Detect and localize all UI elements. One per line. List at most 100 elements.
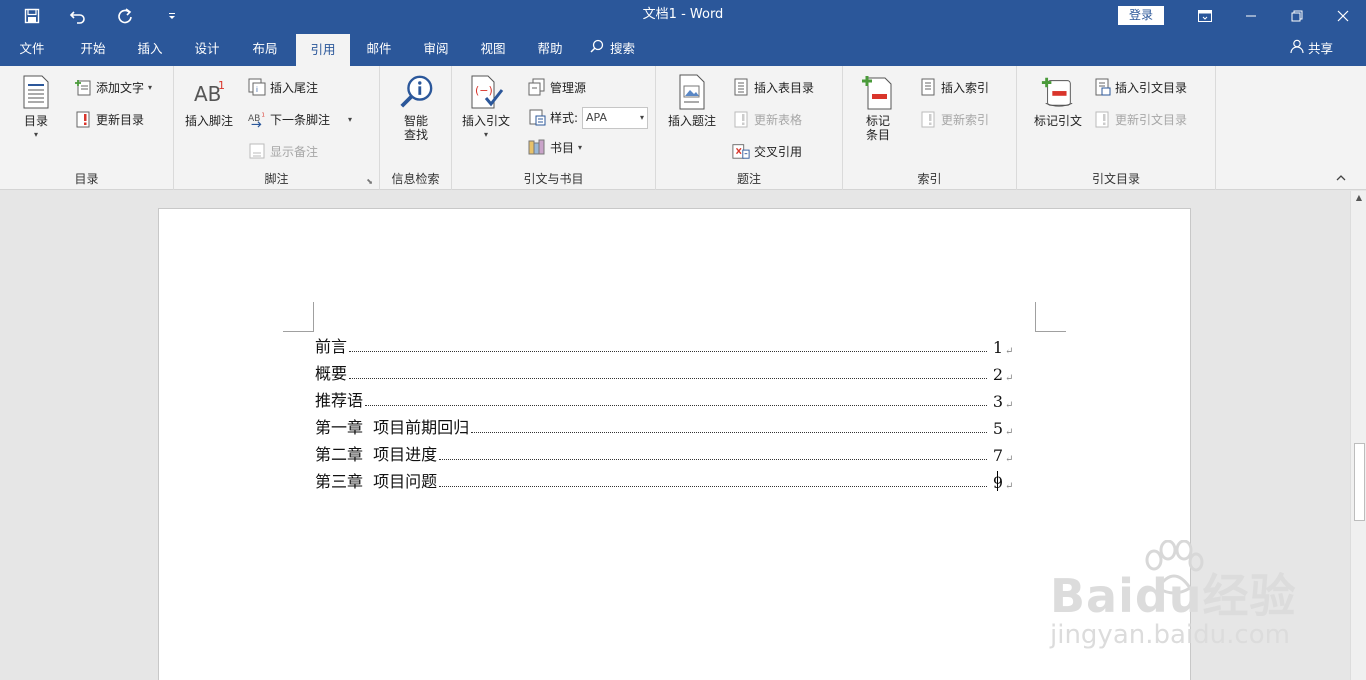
tab-mailings[interactable]: 邮件 — [352, 32, 406, 66]
toc-entry-text: 概要 — [315, 364, 348, 383]
insert-table-of-authorities-label: 插入引文目录 — [1115, 80, 1188, 95]
save-icon[interactable] — [18, 4, 46, 28]
cross-reference-button[interactable]: 交叉引用 — [732, 140, 802, 162]
ribbon-display-options-icon[interactable] — [1182, 0, 1228, 32]
mark-citation-label: 标记引文 — [1033, 114, 1082, 128]
undo-icon[interactable] — [64, 4, 92, 28]
tab-help[interactable]: 帮助 — [522, 32, 578, 66]
tab-references[interactable]: 引用 — [296, 34, 350, 66]
toc-entry-text: 前言 — [315, 337, 348, 356]
add-text-label: 添加文字 — [96, 80, 145, 95]
scroll-up-icon[interactable]: ▲ — [1353, 193, 1365, 205]
document-page[interactable]: 前言 1 ↵ 概要 2 ↵ 推荐语 3 ↵ 第一章 项目前期回归 5 ↵ 第二章… — [158, 208, 1191, 680]
next-footnote-label: 下一条脚注 — [270, 112, 331, 127]
toc-entry[interactable]: 概要 2 ↵ — [315, 362, 1015, 384]
toc-entry-page: 9 — [989, 473, 1003, 492]
collapse-ribbon-icon[interactable] — [1336, 172, 1346, 185]
tab-layout[interactable]: 布局 — [238, 32, 292, 66]
title-bar: 文档1 - Word 登录 — [0, 0, 1366, 32]
show-notes-icon — [248, 142, 266, 160]
update-table-button[interactable]: 更新表格 — [732, 108, 802, 130]
insert-caption-label: 插入题注 — [667, 114, 716, 128]
insert-index-icon — [919, 78, 937, 96]
group-label-footnotes: 脚注 — [264, 172, 289, 186]
insert-table-of-figures-button[interactable]: 插入表目录 — [732, 76, 814, 98]
toc-button[interactable]: 目录 ▾ — [14, 74, 58, 142]
vertical-scrollbar[interactable]: ▲ — [1350, 191, 1366, 680]
bibliography-button[interactable]: 书目 ▾ — [528, 136, 582, 158]
search-label: 搜索 — [610, 41, 636, 56]
mark-citation-button[interactable]: 标记引文 — [1025, 74, 1091, 128]
restore-icon[interactable] — [1274, 0, 1320, 32]
share-button[interactable]: 共享 — [1290, 32, 1333, 66]
toc-entry[interactable]: 第三章 项目问题 9 ↵ — [315, 470, 1015, 492]
text-cursor — [997, 471, 998, 491]
next-footnote-button[interactable]: AB 1 下一条脚注 ▾ — [248, 108, 352, 130]
table-of-figures-icon — [732, 78, 750, 96]
svg-text:(−): (−) — [475, 84, 493, 97]
group-table-of-authorities: 标记引文 插入引文目录 更新引文目录 引文目录 — [1017, 66, 1216, 190]
bibliography-icon — [528, 138, 546, 156]
smart-lookup-button[interactable]: 智能 查找 — [392, 74, 440, 142]
insert-footnote-label: 插入脚注 — [184, 114, 233, 128]
svg-text:1: 1 — [218, 79, 225, 92]
toc-entry-page: 1 — [992, 338, 1003, 357]
insert-endnote-button[interactable]: i 插入尾注 — [248, 76, 318, 98]
insert-table-of-authorities-button[interactable]: 插入引文目录 — [1093, 76, 1187, 98]
chevron-down-icon: ▾ — [483, 130, 488, 139]
minimize-icon[interactable] — [1228, 0, 1274, 32]
tab-review[interactable]: 审阅 — [408, 32, 464, 66]
chevron-down-icon: ▾ — [348, 114, 353, 124]
group-captions: 插入题注 插入表目录 更新表格 交叉引用 题注 — [656, 66, 843, 190]
insert-index-button[interactable]: 插入索引 — [919, 76, 989, 98]
add-text-button[interactable]: 添加文字 ▾ — [74, 76, 152, 98]
insert-citation-button[interactable]: (−) 插入引文 ▾ — [460, 74, 512, 142]
update-index-button[interactable]: 更新索引 — [919, 108, 989, 130]
insert-endnote-label: 插入尾注 — [270, 80, 319, 95]
update-table-of-authorities-button[interactable]: 更新引文目录 — [1093, 108, 1187, 130]
show-notes-button[interactable]: 显示备注 — [248, 140, 318, 162]
redo-icon[interactable] — [111, 4, 139, 28]
paragraph-mark-icon: ↵ — [1005, 373, 1014, 384]
paragraph-mark-icon: ↵ — [1005, 346, 1014, 357]
ribbon: 目录 ▾ 添加文字 ▾ 更新目录 目录 AB 1 插入脚注 i 插入尾注 AB … — [0, 66, 1366, 190]
tell-me-search[interactable]: 搜索 — [590, 32, 635, 66]
group-label-authorities: 引文目录 — [1091, 172, 1140, 186]
insert-caption-button[interactable]: 插入题注 — [664, 74, 720, 128]
update-table-icon — [732, 110, 750, 128]
toc-entry[interactable]: 推荐语 3 ↵ — [315, 389, 1015, 411]
citation-style-select[interactable]: APA ▾ — [582, 107, 648, 129]
scrollbar-thumb[interactable] — [1354, 443, 1365, 521]
tab-insert[interactable]: 插入 — [124, 32, 176, 66]
group-label-citations: 引文与书目 — [523, 172, 584, 186]
insert-caption-icon — [674, 74, 710, 110]
next-footnote-icon: AB 1 — [248, 110, 266, 128]
smart-lookup-label-1: 智能 — [403, 114, 428, 128]
manage-sources-button[interactable]: 管理源 — [528, 76, 586, 98]
customize-qat-icon[interactable] — [158, 4, 186, 28]
toc-entry[interactable]: 前言 1 ↵ — [315, 335, 1015, 357]
update-toc-button[interactable]: 更新目录 — [74, 108, 144, 130]
crop-mark-top-left — [283, 302, 314, 332]
group-label-captions: 题注 — [736, 172, 761, 186]
insert-footnote-button[interactable]: AB 1 插入脚注 — [184, 74, 234, 128]
tab-view[interactable]: 视图 — [466, 32, 520, 66]
update-table-label: 更新表格 — [754, 112, 803, 127]
tab-file[interactable]: 文件 — [6, 32, 58, 66]
tab-home[interactable]: 开始 — [66, 32, 120, 66]
login-button[interactable]: 登录 — [1118, 6, 1164, 25]
toc-entry[interactable]: 第一章 项目前期回归 5 ↵ — [315, 416, 1015, 438]
citation-style-control: 样式: — [528, 106, 578, 128]
toc-leader — [439, 486, 987, 487]
mark-entry-label-2: 条目 — [865, 128, 890, 142]
citation-style-value: APA — [586, 111, 607, 124]
group-label-research: 信息检索 — [391, 172, 440, 186]
tab-design[interactable]: 设计 — [180, 32, 234, 66]
document-canvas[interactable]: 前言 1 ↵ 概要 2 ↵ 推荐语 3 ↵ 第一章 项目前期回归 5 ↵ 第二章… — [0, 191, 1350, 680]
group-label-index: 索引 — [917, 172, 942, 186]
close-icon[interactable] — [1320, 0, 1366, 32]
mark-entry-button[interactable]: 标记 条目 — [855, 74, 901, 142]
toc-entry-text: 第三章 项目问题 — [315, 472, 438, 491]
update-table-of-authorities-label: 更新引文目录 — [1115, 112, 1188, 127]
toc-entry[interactable]: 第二章 项目进度 7 ↵ — [315, 443, 1015, 465]
